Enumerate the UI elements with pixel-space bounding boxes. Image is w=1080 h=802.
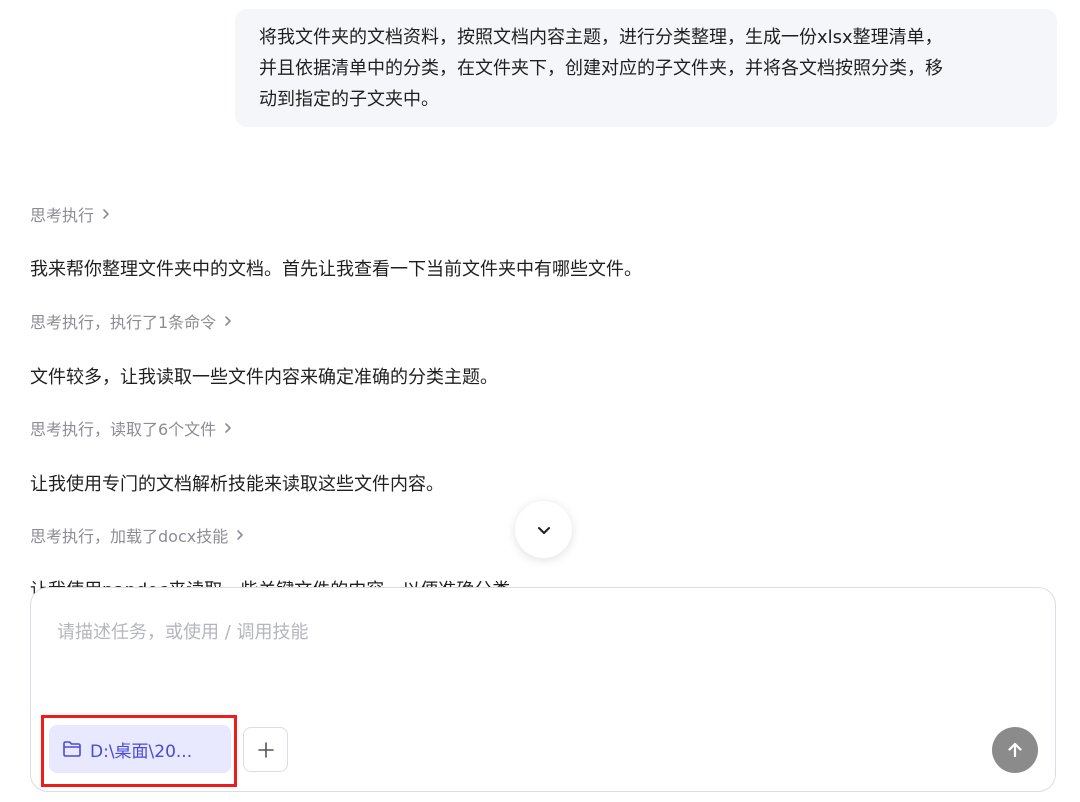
arrow-up-icon — [1008, 742, 1022, 758]
chevron-right-icon — [225, 423, 231, 433]
chevron-right-icon — [225, 316, 231, 326]
add-attachment-button[interactable] — [243, 727, 288, 772]
user-message-line: 并且依据清单中的分类，在文件夹下，创建对应的子文件夹，并将各文档按照分类，移 — [259, 58, 943, 79]
step-label: 思考执行，加载了docx技能 — [30, 527, 229, 546]
task-input[interactable] — [55, 616, 959, 648]
chevron-right-icon — [237, 530, 244, 540]
user-message-bubble: 将我文件夹的文档资料，按照文档内容主题，进行分类整理，生成一份xlsx整理清单，… — [235, 9, 1057, 127]
step-label: 思考执行，读取了6个文件 — [30, 420, 217, 439]
thinking-step-2[interactable]: 思考执行，执行了1条命令 — [30, 309, 234, 333]
thinking-step-4[interactable]: 思考执行，加载了docx技能 — [30, 523, 246, 547]
folder-chip[interactable]: D:\桌面\20... — [49, 725, 231, 773]
composer: D:\桌面\20... — [30, 587, 1056, 792]
plus-icon — [257, 741, 274, 758]
scroll-to-bottom-button[interactable] — [515, 501, 572, 558]
chevron-right-icon — [103, 209, 109, 219]
folder-path-label: D:\桌面\20... — [90, 741, 193, 762]
folder-icon — [63, 741, 81, 757]
chevron-down-icon — [537, 526, 550, 534]
step-label: 思考执行 — [30, 206, 95, 225]
step-label: 思考执行，执行了1条命令 — [30, 313, 217, 332]
assistant-reply-1: 我来帮你整理文件夹中的文档。首先让我查看一下当前文件夹中有哪些文件。 — [30, 259, 642, 280]
user-message-line: 将我文件夹的文档资料，按照文档内容主题，进行分类整理，生成一份xlsx整理清单， — [259, 27, 943, 48]
user-message-line: 动到指定的子文夹中。 — [259, 89, 439, 110]
send-button[interactable] — [992, 727, 1038, 773]
assistant-reply-3: 让我使用专门的文档解析技能来读取这些文件内容。 — [30, 474, 444, 495]
thinking-step-3[interactable]: 思考执行，读取了6个文件 — [30, 416, 234, 440]
thinking-step-1[interactable]: 思考执行 — [30, 202, 112, 226]
assistant-reply-2: 文件较多，让我读取一些文件内容来确定准确的分类主题。 — [30, 367, 498, 388]
